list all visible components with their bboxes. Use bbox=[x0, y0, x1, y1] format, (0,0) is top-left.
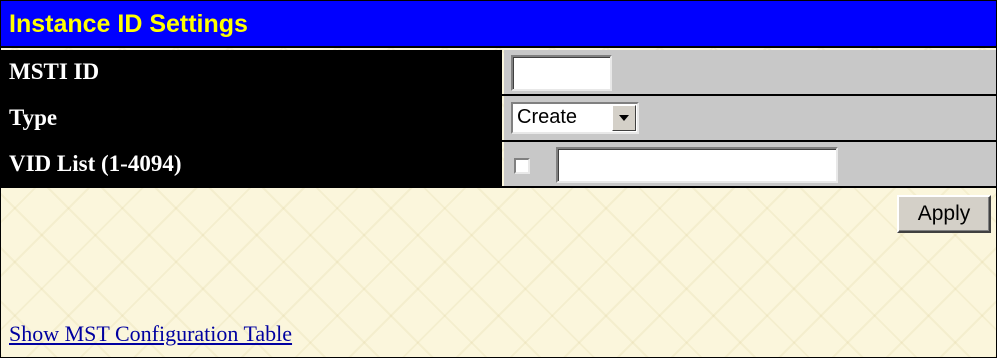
apply-button[interactable]: Apply bbox=[897, 195, 991, 233]
msti-id-row: MSTI ID bbox=[1, 50, 996, 96]
type-label: Type bbox=[1, 96, 502, 140]
msti-id-value-cell bbox=[504, 50, 996, 94]
type-value-cell: Create bbox=[504, 96, 996, 140]
msti-id-label: MSTI ID bbox=[1, 50, 502, 94]
vid-list-input[interactable] bbox=[556, 147, 838, 183]
vid-list-checkbox[interactable] bbox=[514, 158, 530, 174]
msti-id-input[interactable] bbox=[511, 55, 612, 91]
vid-list-label: VID List (1-4094) bbox=[1, 142, 502, 186]
type-select-value: Create bbox=[517, 106, 578, 128]
settings-panel: Instance ID Settings MSTI ID Type Create… bbox=[0, 0, 997, 358]
type-row: Type Create bbox=[1, 96, 996, 142]
panel-title: Instance ID Settings bbox=[1, 1, 996, 48]
vid-list-row: VID List (1-4094) bbox=[1, 142, 996, 188]
vid-list-value-cell bbox=[504, 142, 996, 186]
show-mst-configuration-table-link[interactable]: Show MST Configuration Table bbox=[9, 321, 292, 347]
chevron-down-icon[interactable] bbox=[612, 105, 636, 131]
type-select[interactable]: Create bbox=[511, 102, 639, 134]
